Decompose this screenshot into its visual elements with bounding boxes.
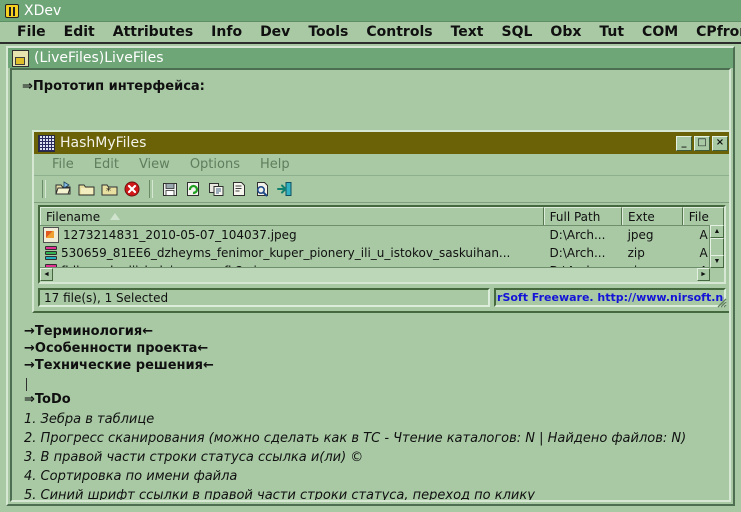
mdi-titlebar: (LiveFiles)LiveFiles [8,48,733,68]
exit-icon[interactable] [275,179,295,199]
hmf-menu-options[interactable]: Options [180,157,250,172]
livefiles-mdi-window: (LiveFiles)LiveFiles ⇒Прототип интерфейс… [6,46,735,506]
list-item: 3. В правой части строки статуса ссылка … [24,450,364,465]
minimize-button[interactable]: _ [676,135,692,151]
column-header-filename[interactable]: Filename [40,207,544,225]
menu-edit[interactable]: Edit [55,24,104,40]
hashmyfiles-window: HashMyFiles _ □ × File Edit View Options… [32,130,729,313]
menu-com[interactable]: COM [633,24,687,40]
refresh-icon[interactable] [183,179,203,199]
listview-header[interactable]: Filename Full Path Exte File [40,207,724,226]
app-menubar[interactable]: File Edit Attributes Info Dev Tools Cont… [0,22,741,44]
svg-text:*: * [106,186,111,197]
list-item: 1. Зебра в таблице [24,412,155,427]
todo-list: 1. Зебра в таблице 2. Прогресс сканирова… [24,410,687,502]
folder-icon[interactable] [76,179,96,199]
link-terminology[interactable]: →Терминология← [24,324,153,339]
table-row[interactable]: 530659_81EE6_dzheyms_fenimor_kuper_pione… [40,244,724,262]
listview-vertical-scrollbar[interactable]: ▲ ▼ [709,225,724,268]
hashmyfiles-titlebar[interactable]: HashMyFiles _ □ × [34,132,729,154]
building-list-icon [38,134,55,152]
toolbar-separator [42,180,46,198]
status-nirsoft-link[interactable]: NirSoft Freeware. http://www.nirsoft.net [494,288,726,307]
scroll-up-icon[interactable]: ▲ [710,225,724,238]
menu-tut[interactable]: Tut [590,24,633,40]
column-header-extension[interactable]: Exte [622,207,683,225]
menu-controls[interactable]: Controls [357,24,441,40]
mdi-client-area: ⇒Прототип интерфейса: HashMyFiles _ □ × … [10,68,731,502]
column-header-filename-label: Filename [46,209,101,224]
copy-icon[interactable] [206,179,226,199]
status-file-count: 17 file(s), 1 Selected [38,288,490,307]
menu-tools[interactable]: Tools [299,24,357,40]
menu-dev[interactable]: Dev [251,24,299,40]
hmf-menu-file[interactable]: File [42,157,84,172]
scroll-right-icon[interactable]: ► [697,268,710,281]
bug-icon [4,3,20,19]
menu-text[interactable]: Text [442,24,493,40]
prototype-heading: ⇒Прототип интерфейса: [22,79,205,94]
list-item: 2. Прогресс сканирования (можно сделать … [24,431,687,446]
hashmyfiles-statusbar: 17 file(s), 1 Selected NirSoft Freeware.… [38,288,728,309]
sort-ascending-icon [110,213,121,220]
clear-all-icon[interactable] [122,179,142,199]
cell-filename[interactable]: 530659_81EE6_dzheyms_fenimor_kuper_pione… [40,246,545,260]
app-title: XDev [24,2,62,19]
scroll-left-icon[interactable]: ◄ [40,268,53,281]
table-row[interactable]: 1273214831_2010-05-07_104037.jpeg D:\Arc… [40,226,724,244]
menu-sql[interactable]: SQL [493,24,542,40]
link-technical-solutions[interactable]: →Технические решения← [24,358,214,373]
app-titlebar: XDev [0,0,741,22]
cell-fullpath: D:\Arch... [549,246,606,260]
cell-extension: jpeg [627,228,654,242]
save-icon[interactable] [160,179,180,199]
close-button[interactable]: × [712,135,728,151]
maximize-button[interactable]: □ [694,135,710,151]
xdev-application-window: XDev File Edit Attributes Info Dev Tools… [0,0,741,512]
properties-icon[interactable] [229,179,249,199]
column-header-fileattr[interactable]: File [682,207,724,225]
menu-file[interactable]: File [8,24,55,40]
hmf-menu-edit[interactable]: Edit [84,157,129,172]
hashmyfiles-title: HashMyFiles [60,135,147,151]
link-project-features[interactable]: →Особенности проекта← [24,341,208,356]
column-header-fileattr-label: File [688,209,709,224]
cell-fullpath: D:\Arch... [549,228,606,242]
menu-cpfront[interactable]: CPfront [687,24,741,40]
column-header-extension-label: Exte [628,209,655,224]
hashmyfiles-menubar[interactable]: File Edit View Options Help [34,154,729,176]
column-header-fullpath-label: Full Path [549,209,601,224]
scroll-down-icon[interactable]: ▼ [710,255,724,268]
wildcard-folder-icon[interactable]: * [99,179,119,199]
resize-grip-icon[interactable] [714,295,728,309]
hmf-menu-view[interactable]: View [129,157,180,172]
listview-horizontal-scrollbar[interactable]: ◄ ► [40,267,710,282]
archive-file-icon [43,246,57,260]
window-controls[interactable]: _ □ × [676,135,728,151]
hashmyfiles-toolbar[interactable]: * [34,176,729,203]
cell-filename-text: 1273214831_2010-05-07_104037.jpeg [63,228,297,242]
files-listview[interactable]: Filename Full Path Exte File 1273214831_… [38,205,726,284]
image-file-icon [43,227,59,243]
list-item: 4. Сортировка по имени файла [24,469,238,484]
toolbar-separator-2 [149,180,153,198]
menu-attributes[interactable]: Attributes [104,24,202,40]
document-window-icon [12,49,29,67]
menu-obx[interactable]: Obx [541,24,590,40]
find-icon[interactable] [252,179,272,199]
column-header-fullpath[interactable]: Full Path [543,207,623,225]
cell-extension: zip [627,246,645,260]
cell-filename-text: 530659_81EE6_dzheyms_fenimor_kuper_pione… [61,246,511,260]
hmf-menu-help[interactable]: Help [250,157,300,172]
menu-info[interactable]: Info [202,24,251,40]
list-item: 5. Синий шрифт ссылки в правой части стр… [24,488,535,502]
scrollbar-corner [710,268,724,282]
cell-filename[interactable]: 1273214831_2010-05-07_104037.jpeg [40,227,545,243]
open-folder-icon[interactable] [53,179,73,199]
todo-heading: ⇒ToDo [24,392,71,407]
mdi-title: (LiveFiles)LiveFiles [34,50,164,66]
